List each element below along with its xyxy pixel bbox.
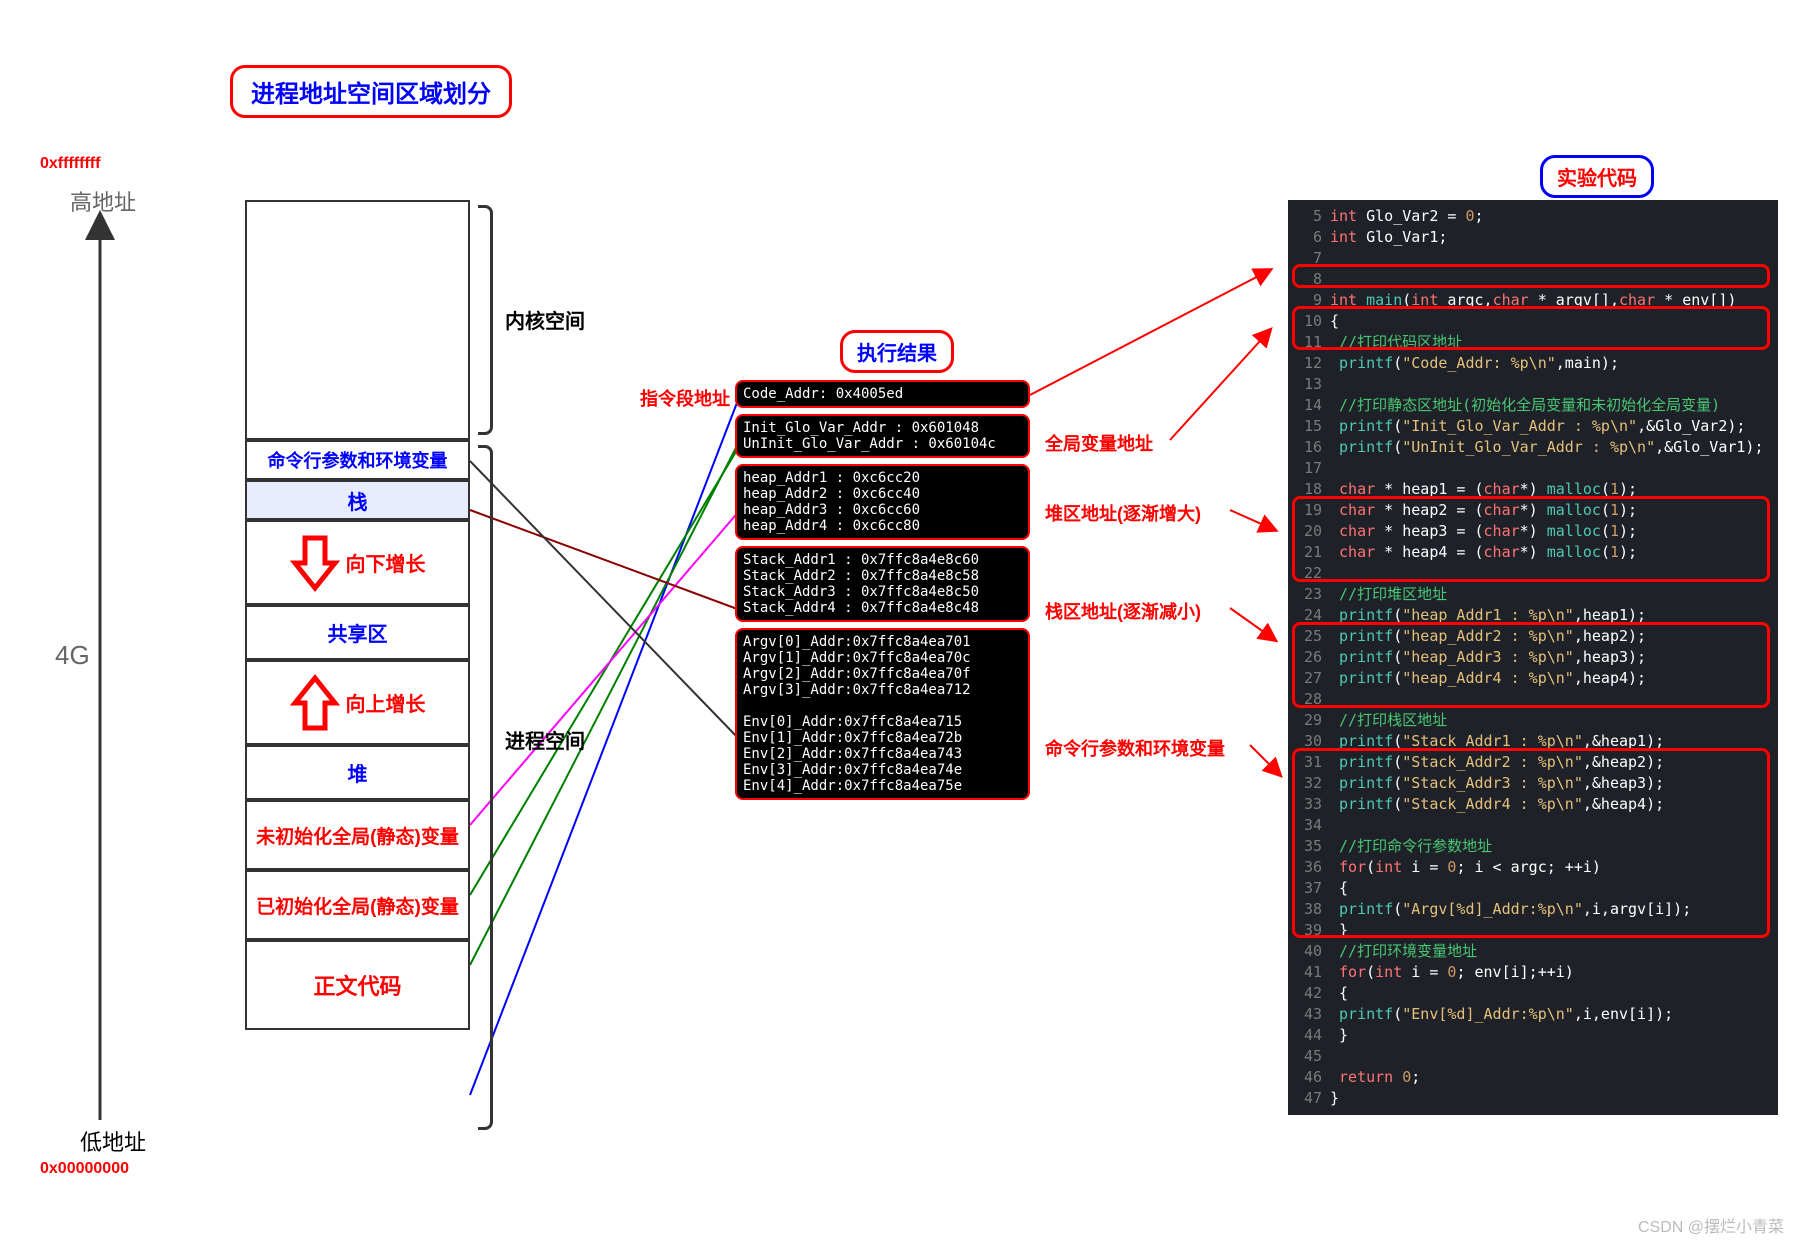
kernel-label: 内核空间 [505, 305, 585, 334]
term-global: Init_Glo_Var_Addr : 0x601048UnInit_Glo_V… [735, 414, 1030, 458]
process-label: 进程空间 [505, 725, 585, 754]
bracket-kernel [478, 205, 493, 435]
code-block: 5int Glo_Var2 = 0;6int Glo_Var1;7 8 9int… [1288, 200, 1778, 1115]
mem-args-env: 命令行参数和环境变量 [245, 440, 470, 480]
label-global: 全局变量地址 [1045, 430, 1153, 456]
term-code: Code_Addr: 0x4005ed [735, 380, 1030, 408]
mem-shared: 共享区 [245, 605, 470, 660]
high-addr-label: 高地址 [70, 185, 136, 217]
mem-grow-up: 向上增长 [245, 660, 470, 745]
term-stack: Stack_Addr1 : 0x7ffc8a4e8c60Stack_Addr2 … [735, 546, 1030, 622]
label-args: 命令行参数和环境变量 [1045, 735, 1225, 761]
main-title: 进程地址空间区域划分 [230, 65, 512, 118]
mem-grow-down: 向下增长 [245, 520, 470, 605]
label-stack: 栈区地址(逐渐减小) [1045, 598, 1201, 624]
mem-heap: 堆 [245, 745, 470, 800]
low-addr-hex: 0x00000000 [40, 1160, 129, 1178]
size-label: 4G [55, 640, 90, 671]
mem-data: 已初始化全局(静态)变量 [245, 870, 470, 940]
mem-bss: 未初始化全局(静态)变量 [245, 800, 470, 870]
code-title: 实验代码 [1540, 155, 1654, 198]
mem-kernel [245, 200, 470, 440]
label-heap: 堆区地址(逐渐增大) [1045, 500, 1201, 526]
watermark: CSDN @摆烂小青菜 [1638, 1213, 1784, 1237]
mem-text: 正文代码 [245, 940, 470, 1030]
term-argv-env: Argv[0]_Addr:0x7ffc8a4ea701Argv[1]_Addr:… [735, 628, 1030, 800]
mem-stack: 栈 [245, 480, 470, 520]
high-addr-hex: 0xffffffff [40, 155, 100, 173]
term-heap: heap_Addr1 : 0xc6cc20heap_Addr2 : 0xc6cc… [735, 464, 1030, 540]
low-addr-label: 低地址 [80, 1125, 146, 1157]
bracket-process [478, 445, 493, 1130]
result-title: 执行结果 [840, 330, 954, 373]
label-code-ptr: 指令段地址 [640, 385, 730, 411]
